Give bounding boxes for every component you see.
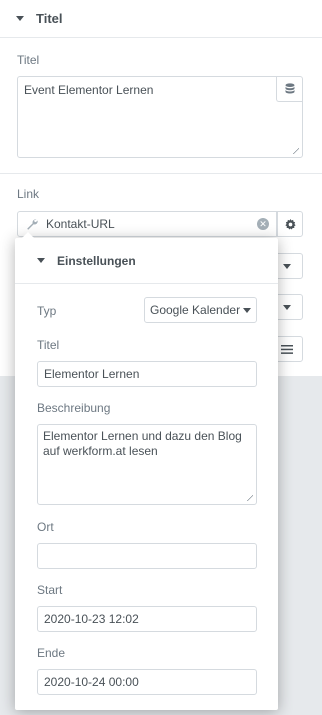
ende-label: Ende bbox=[37, 646, 66, 660]
popover-header[interactable]: Einstellungen bbox=[15, 238, 278, 284]
caret-down-icon bbox=[16, 16, 24, 21]
beschreibung-textarea[interactable]: Elementor Lernen und dazu den Blog auf w… bbox=[37, 424, 257, 505]
link-input[interactable]: Kontakt-URL ✕ bbox=[17, 211, 277, 237]
ende-input[interactable]: 2020-10-24 00:00 bbox=[37, 669, 257, 695]
chevron-down-icon bbox=[243, 307, 251, 313]
align-icon bbox=[280, 344, 293, 354]
gear-icon bbox=[284, 218, 296, 230]
link-label: Link bbox=[17, 187, 40, 201]
start-value: 2020-10-23 12:02 bbox=[44, 612, 139, 626]
caret-down-icon bbox=[37, 258, 45, 263]
titel-value: Elementor Lernen bbox=[44, 367, 140, 381]
chevron-down-icon bbox=[282, 304, 291, 310]
section-title: Titel bbox=[36, 11, 63, 26]
wrench-icon bbox=[27, 219, 38, 230]
beschreibung-label: Beschreibung bbox=[37, 401, 111, 415]
link-settings-popover: Einstellungen Typ Google Kalender Titel … bbox=[15, 232, 278, 710]
resize-handle-icon[interactable] bbox=[292, 147, 299, 154]
chevron-down-icon bbox=[282, 263, 291, 269]
divider bbox=[0, 173, 322, 174]
settings-button[interactable] bbox=[277, 211, 303, 237]
title-textarea-value: Event Elementor Lernen bbox=[24, 83, 154, 97]
database-icon bbox=[285, 83, 294, 94]
ende-value: 2020-10-24 00:00 bbox=[44, 675, 139, 689]
titel-input[interactable]: Elementor Lernen bbox=[37, 361, 257, 387]
typ-label: Typ bbox=[37, 304, 57, 318]
resize-handle-icon[interactable] bbox=[246, 494, 253, 501]
start-input[interactable]: 2020-10-23 12:02 bbox=[37, 606, 257, 632]
beschreibung-value: Elementor Lernen und dazu den Blog auf w… bbox=[43, 429, 242, 458]
ort-label: Ort bbox=[37, 520, 54, 534]
typ-selected: Google Kalender bbox=[150, 303, 241, 317]
title-textarea[interactable]: Event Elementor Lernen bbox=[17, 76, 303, 158]
link-value: Kontakt-URL bbox=[46, 217, 115, 231]
section-header-titel[interactable]: Titel bbox=[0, 0, 322, 38]
titel-label: Titel bbox=[37, 338, 60, 352]
title-label: Titel bbox=[17, 53, 40, 67]
start-label: Start bbox=[37, 583, 63, 597]
clear-icon[interactable]: ✕ bbox=[257, 218, 269, 230]
typ-select[interactable]: Google Kalender bbox=[144, 297, 257, 323]
dynamic-tags-button[interactable] bbox=[276, 77, 302, 102]
ort-input[interactable] bbox=[37, 543, 257, 569]
popover-title: Einstellungen bbox=[57, 253, 136, 268]
